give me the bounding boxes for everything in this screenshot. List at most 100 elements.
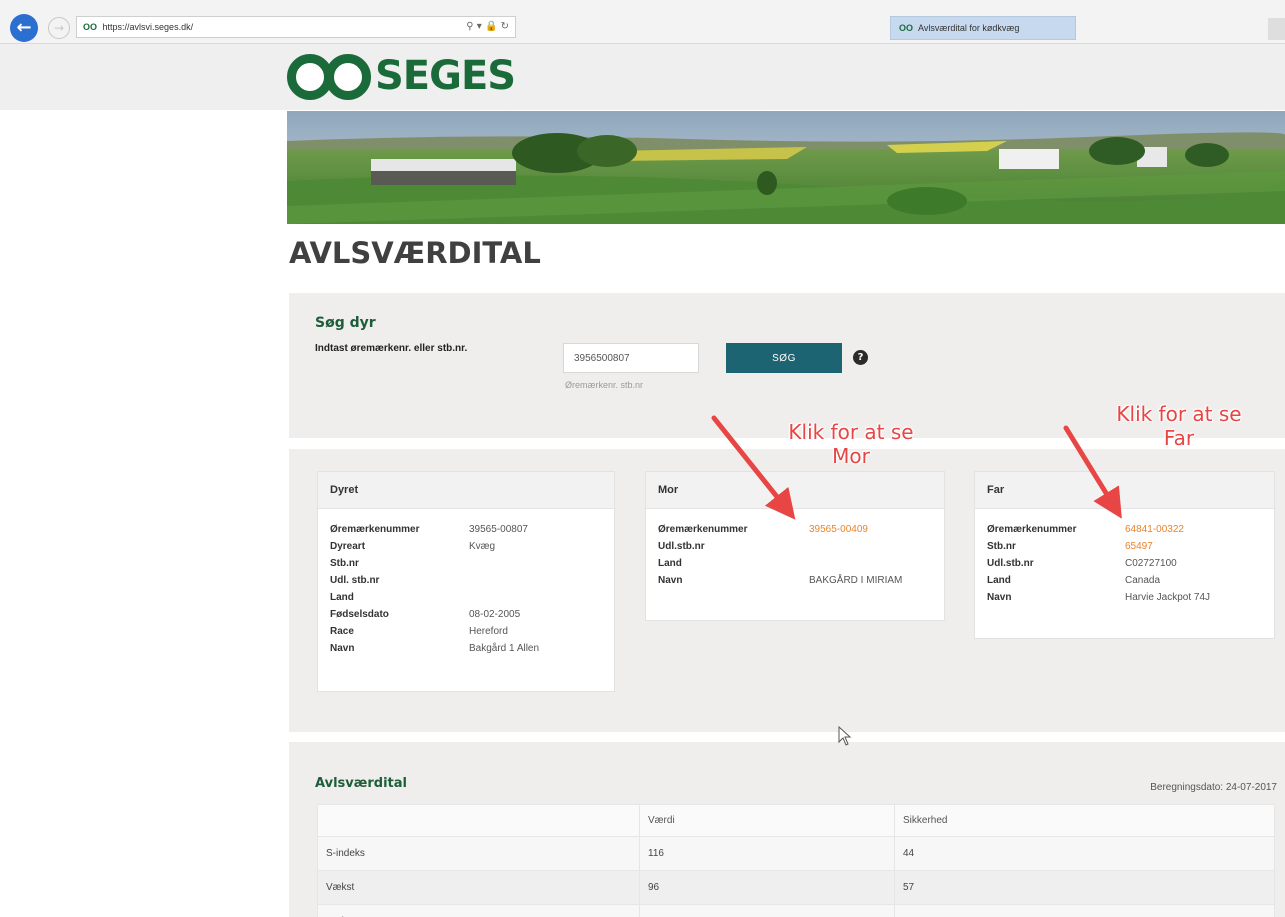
table-cell: 116 xyxy=(639,836,895,871)
animal-row-species: Dyreart Kvæg xyxy=(330,538,602,555)
breeding-values-section: Avlsværdital Beregningsdato: 24-07-2017 … xyxy=(289,742,1285,917)
mother-row-eartag: Øremærkenummer 39565-00409 xyxy=(658,521,932,538)
table-cell: 100 xyxy=(639,904,895,917)
browser-chrome: ← → OO https://avlsvi.seges.dk/ ⚲ ▾ 🔒 ↻ … xyxy=(0,0,1285,110)
search-button[interactable]: SØG xyxy=(726,343,842,373)
annotation-line: Far xyxy=(1163,426,1195,450)
tab-title: Avlsværdital for kødkvæg xyxy=(918,23,1020,33)
tab-favicon-icon: OO xyxy=(899,23,914,33)
father-card: Far Øremærkenummer 64841-00322 Stb.nr 6549… xyxy=(974,471,1275,639)
row-value: BAKGÅRD I MIRIAM xyxy=(809,575,903,586)
row-key: Navn xyxy=(330,643,355,654)
animal-card-title: Dyret xyxy=(318,472,614,509)
row-key: Øremærkenummer xyxy=(658,524,748,535)
row-value: Kvæg xyxy=(469,541,496,552)
row-key: Land xyxy=(987,575,1011,586)
row-value: C02727100 xyxy=(1125,558,1177,569)
search-label: Indtast øremærkenr. eller stb.nr. xyxy=(315,343,468,354)
mother-annotation: Klik for at se Mor xyxy=(766,420,936,468)
table-cell: 57 xyxy=(894,870,1275,905)
row-value: Canada xyxy=(1125,575,1161,586)
table-row: S-indeks 116 44 xyxy=(317,836,1275,871)
father-eartag-link[interactable]: 64841-00322 xyxy=(1125,524,1184,535)
row-value: 39565-00807 xyxy=(469,524,528,535)
column-header: Sikkerhed xyxy=(894,804,1275,837)
table-cell: 44 xyxy=(894,836,1275,871)
mother-row-country: Land xyxy=(658,555,932,572)
table-cell: Vækst xyxy=(317,870,640,905)
row-key: Land xyxy=(330,592,354,603)
animal-info-section: Dyret Øremærkenummer 39565-00807 Dyreart K… xyxy=(289,449,1285,732)
table-row: Vækst 96 57 xyxy=(317,870,1275,905)
annotation-line: Klik for at se xyxy=(788,420,914,444)
breeding-values-title: Avlsværdital xyxy=(315,776,407,791)
row-value: Bakgård 1 Allen xyxy=(469,643,540,654)
back-arrow-icon[interactable]: ← xyxy=(10,14,38,42)
site-favicon-icon: OO xyxy=(83,22,98,32)
mother-card-title: Mor xyxy=(646,472,944,509)
address-tools-icon[interactable]: ⚲ ▾ 🔒 ↻ xyxy=(466,21,509,32)
row-value: Hereford xyxy=(469,626,508,637)
forward-arrow-icon[interactable]: → xyxy=(48,17,70,39)
father-row-name: Navn Harvie Jackpot 74J xyxy=(987,589,1262,606)
table-header-row: Værdi Sikkerhed xyxy=(317,804,1275,837)
search-hint: Øremærkenr. stb.nr xyxy=(565,380,644,390)
browser-toolbar: ← → OO https://avlsvi.seges.dk/ ⚲ ▾ 🔒 ↻ … xyxy=(0,0,1285,44)
table-cell: S-indeks xyxy=(317,836,640,871)
row-key: Race xyxy=(330,626,354,637)
mouse-cursor-icon xyxy=(838,726,852,746)
table-cell: 42 xyxy=(894,904,1275,917)
animal-row-eartag: Øremærkenummer 39565-00807 xyxy=(330,521,602,538)
row-key: Øremærkenummer xyxy=(987,524,1077,535)
row-key: Udl.stb.nr xyxy=(987,558,1034,569)
father-row-foreign-herdbook: Udl.stb.nr C02727100 xyxy=(987,555,1262,572)
row-key: Navn xyxy=(987,592,1012,603)
annotation-line: Klik for at se xyxy=(1116,402,1242,426)
row-key: Land xyxy=(658,558,682,569)
animal-row-birthdate: Fødselsdato 08-02-2005 xyxy=(330,606,602,623)
father-herdbook-link[interactable]: 65497 xyxy=(1125,541,1153,552)
calculation-date: Beregningsdato: 24-07-2017 xyxy=(1150,782,1277,793)
table-cell: 96 xyxy=(639,870,895,905)
table-row: Født 100 42 xyxy=(317,904,1275,917)
father-card-title: Far xyxy=(975,472,1274,509)
column-header: Værdi xyxy=(639,804,895,837)
mother-eartag-link[interactable]: 39565-00409 xyxy=(809,524,868,535)
row-key: Øremærkenummer xyxy=(330,524,420,535)
annotation-line: Mor xyxy=(832,444,870,468)
row-key: Navn xyxy=(658,575,683,586)
father-annotation: Klik for at se Far xyxy=(1094,402,1264,450)
mother-card: Mor Øremærkenummer 39565-00409 Udl.stb.nr… xyxy=(645,471,945,621)
help-icon[interactable]: ? xyxy=(853,350,868,365)
animal-row-country: Land xyxy=(330,589,602,606)
logo-rings-icon xyxy=(287,52,373,100)
row-value: Harvie Jackpot 74J xyxy=(1125,592,1211,603)
page-title: AVLSVÆRDITAL xyxy=(289,236,541,270)
new-tab-button[interactable] xyxy=(1268,18,1285,40)
address-url: https://avlsvi.seges.dk/ xyxy=(102,22,194,32)
row-key: Udl. stb.nr xyxy=(330,575,380,586)
row-key: Fødselsdato xyxy=(330,609,389,620)
search-input[interactable] xyxy=(563,343,699,373)
mother-row-foreign-herdbook: Udl.stb.nr xyxy=(658,538,932,555)
header-banner-image xyxy=(287,111,1285,224)
seges-logo[interactable]: SEGES xyxy=(287,52,516,100)
logo-text: SEGES xyxy=(375,53,516,99)
browser-tab[interactable]: OO Avlsværdital for kødkvæg xyxy=(890,16,1076,40)
father-row-eartag: Øremærkenummer 64841-00322 xyxy=(987,521,1262,538)
row-key: Dyreart xyxy=(330,541,366,552)
row-key: Stb.nr xyxy=(330,558,359,569)
father-row-country: Land Canada xyxy=(987,572,1262,589)
row-value: 08-02-2005 xyxy=(469,609,521,620)
animal-row-name: Navn Bakgård 1 Allen xyxy=(330,640,602,657)
animal-row-foreign-herdbook: Udl. stb.nr xyxy=(330,572,602,589)
breeding-values-table: Værdi Sikkerhed S-indeks 116 44 Vækst 96… xyxy=(317,804,1275,917)
column-header xyxy=(317,804,640,837)
animal-row-breed: Race Hereford xyxy=(330,623,602,640)
row-key: Stb.nr xyxy=(987,541,1016,552)
row-key: Udl.stb.nr xyxy=(658,541,705,552)
animal-row-herdbook: Stb.nr xyxy=(330,555,602,572)
address-bar[interactable]: OO https://avlsvi.seges.dk/ ⚲ ▾ 🔒 ↻ xyxy=(76,16,516,38)
father-row-herdbook: Stb.nr 65497 xyxy=(987,538,1262,555)
search-title: Søg dyr xyxy=(315,315,376,331)
